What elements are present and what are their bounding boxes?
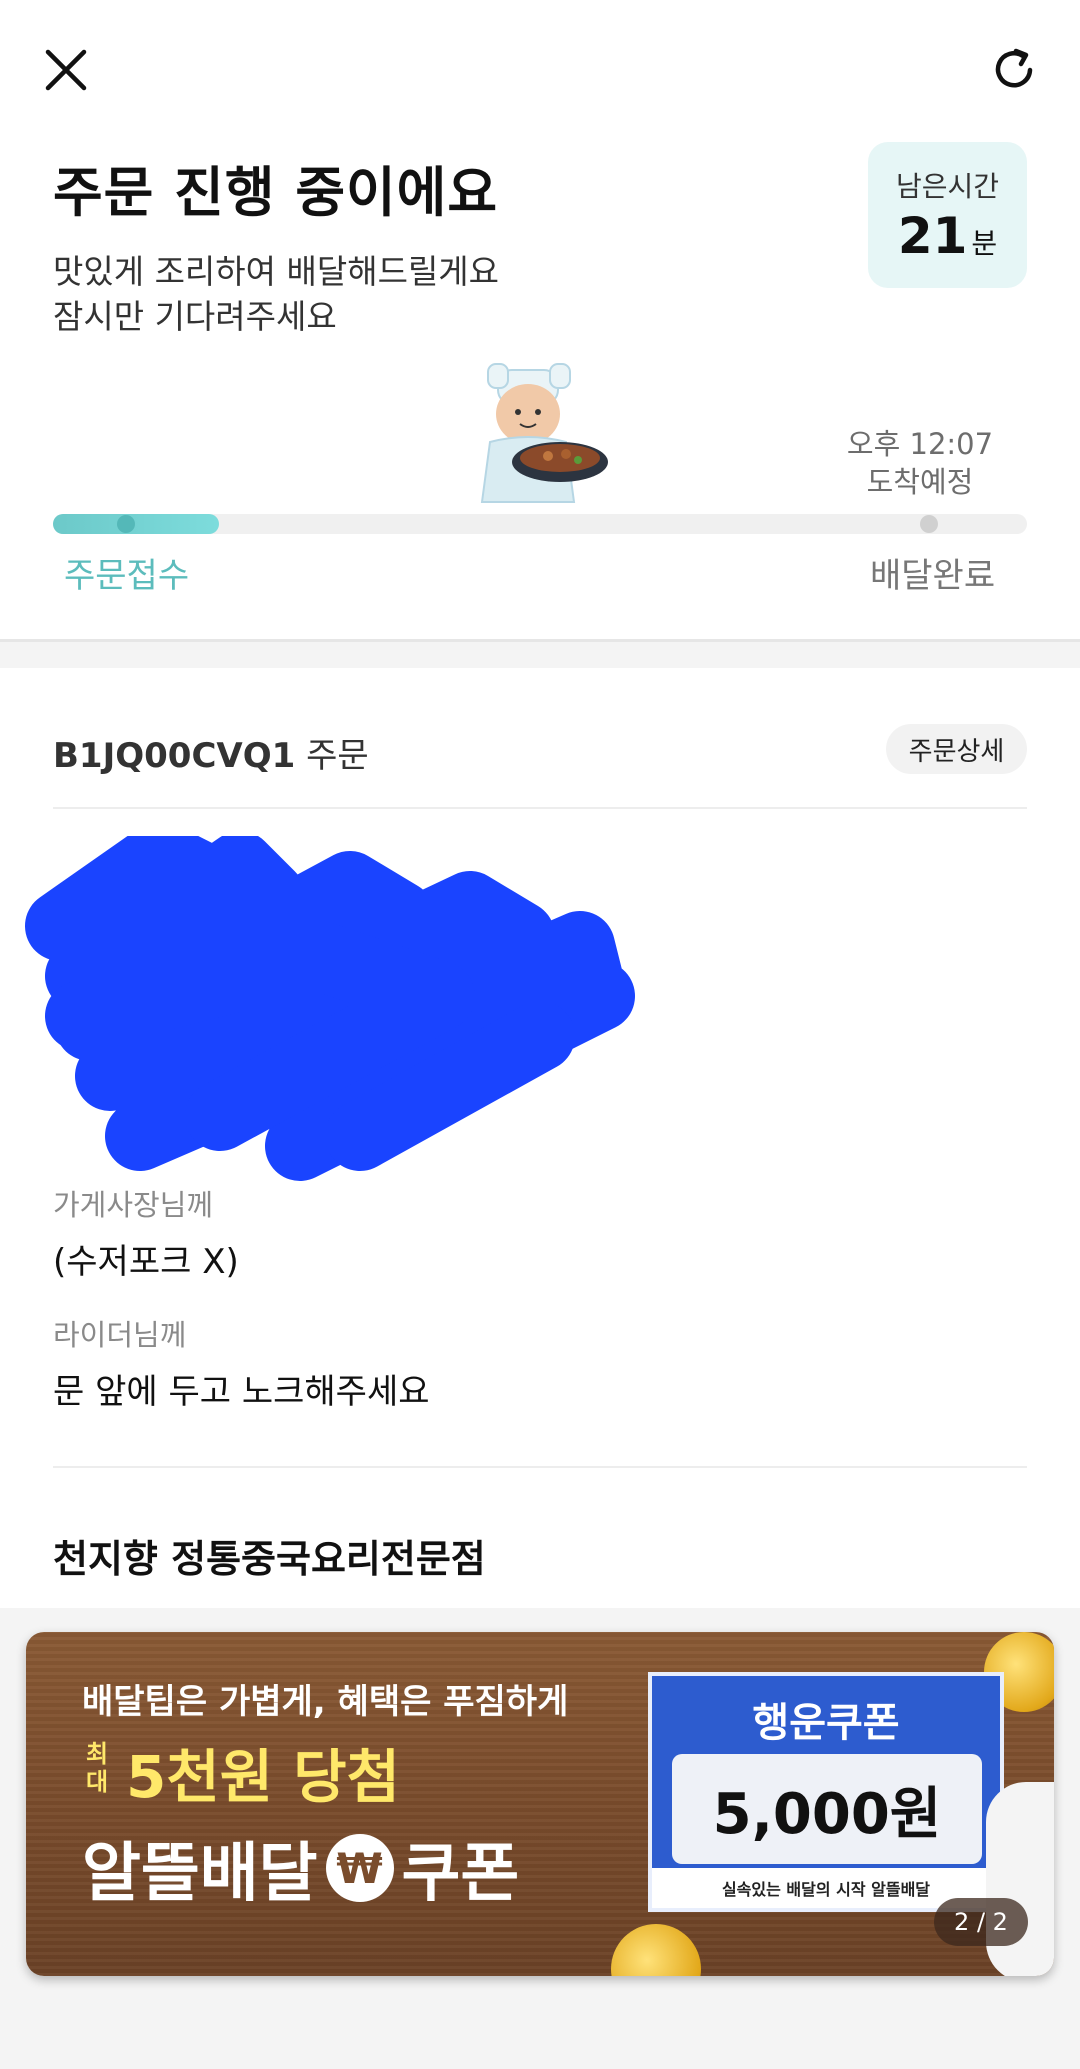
order-tracking-screen: 주문 진행 중이에요 맛있게 조리하여 배달해드릴게요 잠시만 기다려주세요 남… bbox=[0, 0, 1080, 2069]
remaining-time-box: 남은시간 21 분 bbox=[868, 142, 1027, 288]
won-icon: ₩ bbox=[325, 1834, 394, 1902]
eta-info: 오후 12:07 도착예정 bbox=[820, 425, 1020, 501]
status-subtitle-line2: 잠시만 기다려주세요 bbox=[53, 297, 337, 336]
refresh-button[interactable] bbox=[974, 30, 1054, 110]
order-id-row: B1JQ00CVQ1 주문 bbox=[53, 728, 369, 777]
status-subtitle-line1: 맛있게 조리하여 배달해드릴게요 bbox=[53, 252, 500, 291]
banner-headline: 배달팁은 가볍게, 혜택은 푸짐하게 bbox=[82, 1682, 569, 1722]
store-name[interactable]: 천지향 정통중국요리전문점 bbox=[53, 1528, 486, 1583]
banner-brand: 알뜰배달 bbox=[82, 1837, 318, 1911]
lucky-coupon-card: 행운쿠폰 5,000원 실속있는 배달의 시작 알뜰배달 bbox=[648, 1672, 1004, 1912]
delivery-progress-bar bbox=[53, 514, 1027, 534]
order-id-suffix: 주문 bbox=[306, 736, 369, 776]
banner-max-label: 최대 bbox=[86, 1740, 109, 1796]
remaining-time-unit: 분 bbox=[971, 227, 998, 260]
hand-illustration-icon bbox=[986, 1782, 1054, 1976]
remaining-time-value: 21 bbox=[897, 207, 968, 265]
divider bbox=[53, 1466, 1027, 1468]
coupon-amount: 5,000원 bbox=[712, 1781, 942, 1847]
refresh-icon bbox=[995, 48, 1033, 88]
delivery-progress-fill bbox=[53, 514, 219, 534]
step-delivery-complete: 배달완료 bbox=[870, 556, 996, 596]
order-status-card: 주문 진행 중이에요 맛있게 조리하여 배달해드릴게요 잠시만 기다려주세요 남… bbox=[0, 0, 1080, 642]
redaction-scribble bbox=[25, 836, 635, 1181]
coupon-title: 행운쿠폰 bbox=[752, 1700, 900, 1746]
order-id: B1JQ00CVQ1 bbox=[53, 736, 296, 776]
owner-note-text: (수저포크 X) bbox=[53, 1242, 239, 1282]
rider-note-text: 문 앞에 두고 노크해주세요 bbox=[53, 1372, 430, 1412]
coupon-scratch-area: 5,000원 bbox=[672, 1754, 982, 1864]
progress-end-dot bbox=[920, 515, 938, 533]
eta-label: 도착예정 bbox=[866, 465, 974, 499]
close-button[interactable] bbox=[26, 30, 106, 110]
close-icon bbox=[45, 49, 87, 91]
rider-note-label: 라이더님께 bbox=[53, 1318, 187, 1352]
banner-pager: 2 / 2 bbox=[934, 1898, 1028, 1946]
order-detail-button[interactable]: 주문상세 bbox=[886, 724, 1027, 774]
owner-note-label: 가게사장님께 bbox=[53, 1188, 214, 1222]
remaining-time-label: 남은시간 bbox=[895, 170, 1000, 203]
promo-banner[interactable]: 배달팁은 가볍게, 혜택은 푸짐하게 최대 5천원 당첨 알뜰배달 ₩ 쿠폰 행… bbox=[26, 1632, 1054, 1976]
banner-coupon-word: 쿠폰 bbox=[401, 1837, 520, 1911]
banner-prize-text: 5천원 당첨 bbox=[126, 1743, 400, 1811]
banner-coupon-text: 알뜰배달 ₩ 쿠폰 bbox=[82, 1822, 519, 1914]
remaining-time-value-row: 21 분 bbox=[898, 207, 997, 265]
step-order-received: 주문접수 bbox=[64, 556, 190, 596]
chef-illustration-icon bbox=[480, 363, 608, 503]
order-detail-card: B1JQ00CVQ1 주문 주문상세 가게사장님께 (수저포크 X) 라이더님께… bbox=[0, 668, 1080, 1608]
divider bbox=[53, 807, 1027, 809]
progress-start-dot bbox=[117, 515, 135, 533]
eta-time: 오후 12:07 bbox=[846, 427, 994, 461]
page-title: 주문 진행 중이에요 bbox=[53, 161, 499, 224]
